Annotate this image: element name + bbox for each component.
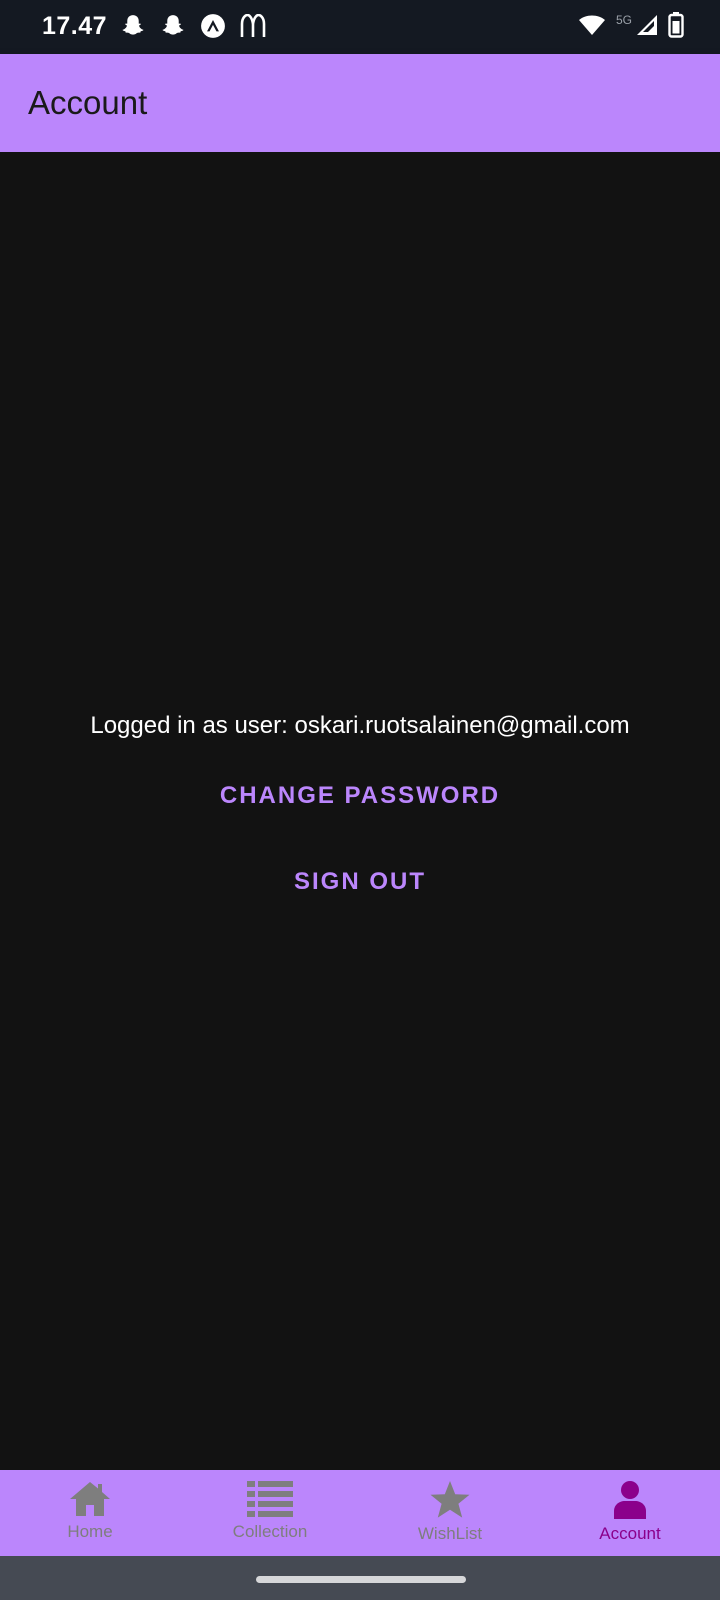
system-status-icons: 5G xyxy=(578,12,684,43)
sign-out-button[interactable]: SIGN OUT xyxy=(0,868,720,896)
logged-in-user-text: Logged in as user: oskari.ruotsalainen@g… xyxy=(90,712,630,739)
nav-item-wishlist[interactable]: WishList xyxy=(360,1470,540,1556)
home-gesture-handle[interactable] xyxy=(256,1576,466,1583)
network-type-label: 5G xyxy=(615,12,632,27)
nav-item-home[interactable]: Home xyxy=(0,1470,180,1556)
status-time: 17.47 xyxy=(42,12,108,40)
signal-icon xyxy=(636,14,658,41)
nav-label-wishlist: WishList xyxy=(417,1524,483,1543)
nav-label-home: Home xyxy=(67,1522,113,1541)
snapchat-icon xyxy=(160,13,186,44)
system-navigation-bar xyxy=(0,1556,720,1600)
expo-icon xyxy=(200,13,226,44)
page-title: Account xyxy=(28,84,148,121)
list-icon xyxy=(247,1480,293,1518)
star-icon xyxy=(429,1480,471,1520)
status-bar: 17.47 5G xyxy=(0,0,720,54)
bottom-navigation: Home Collection WishList Account xyxy=(0,1470,720,1556)
home-icon xyxy=(69,1480,111,1518)
wifi-icon xyxy=(578,13,606,42)
person-icon xyxy=(613,1480,647,1520)
nav-label-account: Account xyxy=(599,1524,661,1543)
snapchat-icon xyxy=(120,13,146,44)
nav-item-collection[interactable]: Collection xyxy=(180,1470,360,1556)
nav-item-account[interactable]: Account xyxy=(540,1470,720,1556)
change-password-button[interactable]: CHANGE PASSWORD xyxy=(0,782,720,810)
app-bar: Account xyxy=(0,54,720,152)
notification-icons xyxy=(120,13,266,44)
nav-label-collection: Collection xyxy=(232,1522,308,1541)
mcdonalds-icon xyxy=(240,13,266,43)
account-content: Logged in as user: oskari.ruotsalainen@g… xyxy=(0,152,720,1470)
battery-icon xyxy=(668,12,684,43)
